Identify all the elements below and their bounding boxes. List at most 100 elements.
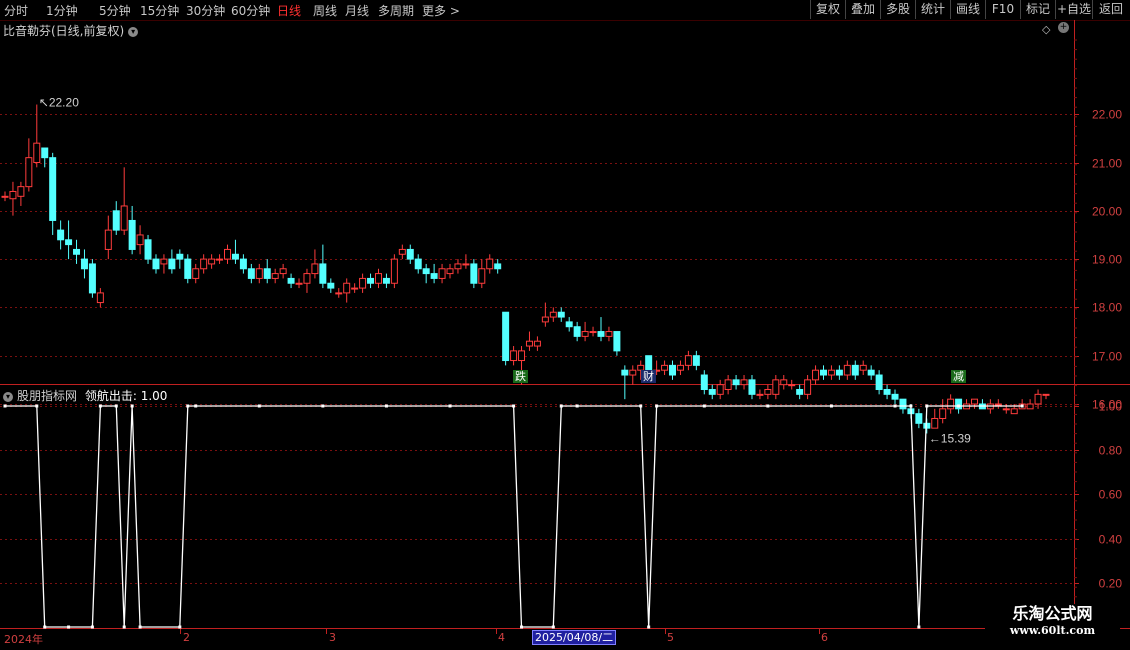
candle-body xyxy=(533,340,541,347)
stats-button[interactable]: 统计 xyxy=(915,0,950,19)
candle-body xyxy=(96,292,104,304)
candle-body xyxy=(669,364,677,376)
cursor-date-label: 2025/04/08/二 xyxy=(532,630,617,645)
period-tab-daily[interactable]: 日线 xyxy=(277,2,301,19)
period-tab-more[interactable]: 更多 > xyxy=(422,2,460,19)
more-label: 更多 xyxy=(422,4,447,18)
candle-body xyxy=(462,263,470,266)
candle-body xyxy=(796,389,804,395)
candle-body xyxy=(80,258,88,270)
indicator-tick-label: 0.80 xyxy=(1099,444,1123,458)
candle-body xyxy=(835,369,843,376)
indicator-point xyxy=(829,404,833,408)
price-tick-label: 18.00 xyxy=(1092,301,1122,315)
period-tab-fenshi[interactable]: 分时 xyxy=(4,2,28,19)
indicator-point xyxy=(925,404,929,408)
indicator-point xyxy=(893,404,897,408)
indicator-point xyxy=(130,404,134,408)
period-tab-30min[interactable]: 30分钟 xyxy=(186,2,225,19)
candle-body xyxy=(581,331,589,337)
mark-button[interactable]: 标记 xyxy=(1020,0,1055,19)
candle-body xyxy=(255,268,263,279)
period-tab-15min[interactable]: 15分钟 xyxy=(140,2,179,19)
draw-line-button[interactable]: 画线 xyxy=(950,0,985,19)
period-tab-monthly[interactable]: 月线 xyxy=(345,2,369,19)
candle-body xyxy=(136,234,144,246)
chart-canvas[interactable]: 22.0021.0020.0019.0018.0017.0016.001.000… xyxy=(0,20,1130,650)
indicator-point xyxy=(257,404,261,408)
indicator-point xyxy=(647,625,651,629)
multi-stock-button[interactable]: 多股 xyxy=(880,0,915,19)
period-tab-1min[interactable]: 1分钟 xyxy=(46,2,78,19)
candle-body xyxy=(231,253,239,260)
event-badge-reduce[interactable]: 减 xyxy=(951,370,966,383)
candle-body xyxy=(756,393,764,396)
back-button[interactable]: 返回 xyxy=(1092,0,1129,19)
candle-body xyxy=(319,263,327,284)
candle-body xyxy=(899,398,907,410)
event-badge-finance[interactable]: 财 xyxy=(641,370,656,383)
indicator-point xyxy=(321,404,325,408)
candle-body xyxy=(57,229,65,241)
high-price-label: ↖22.20 xyxy=(39,96,79,110)
candle-body xyxy=(732,379,740,386)
overlay-button[interactable]: 叠加 xyxy=(845,0,880,19)
event-badge-drop[interactable]: 跌 xyxy=(513,370,528,383)
candle-body xyxy=(772,379,780,395)
indicator-point xyxy=(122,625,126,629)
candle-body xyxy=(605,331,613,337)
candle-body xyxy=(176,253,184,260)
candle-body xyxy=(374,273,382,284)
date-label-2024: 2024年 xyxy=(4,633,43,646)
candle-body xyxy=(684,355,692,366)
candle-body xyxy=(812,369,820,381)
indicator-point xyxy=(186,404,190,408)
candle-body xyxy=(970,398,978,405)
candle-body xyxy=(494,263,502,270)
add-watchlist-button[interactable]: +自选 xyxy=(1055,0,1092,19)
candle-body xyxy=(9,190,17,200)
candle-body xyxy=(748,379,756,395)
candle-body xyxy=(446,268,454,275)
candle-body xyxy=(49,157,57,221)
period-tab-5min[interactable]: 5分钟 xyxy=(99,2,131,19)
candle-body xyxy=(367,277,375,284)
candle-body xyxy=(454,263,462,270)
candle-body xyxy=(724,379,732,391)
fuquan-button[interactable]: 复权 xyxy=(810,0,845,19)
indicator-line xyxy=(5,405,1023,628)
indicator-point xyxy=(520,625,524,629)
candle-body xyxy=(502,311,510,362)
indicator-tick-label: 1.00 xyxy=(1099,400,1123,414)
indicator-point xyxy=(448,404,452,408)
candle-body xyxy=(764,389,772,395)
price-tick-label: 22.00 xyxy=(1092,108,1122,122)
candle-body xyxy=(645,355,653,371)
period-tab-weekly[interactable]: 周线 xyxy=(313,2,337,19)
indicator-tick-label: 0.40 xyxy=(1099,533,1123,547)
candle-body xyxy=(224,248,232,260)
candle-body xyxy=(780,379,788,386)
indicator-point xyxy=(35,404,39,408)
period-tab-60min[interactable]: 60分钟 xyxy=(231,2,270,19)
candle-body xyxy=(208,258,216,265)
indicator-point xyxy=(917,625,921,629)
candle-body xyxy=(827,369,835,376)
candle-body xyxy=(144,239,152,260)
indicator-point xyxy=(512,404,516,408)
candle-body xyxy=(112,210,120,231)
candle-body xyxy=(398,248,406,255)
candle-body xyxy=(597,331,605,337)
period-tab-multi[interactable]: 多周期 xyxy=(378,2,414,19)
watermark-title: 乐淘公式网 xyxy=(1012,604,1093,623)
candle-body xyxy=(184,258,192,279)
candle-body xyxy=(128,219,136,250)
f10-button[interactable]: F10 xyxy=(985,0,1020,19)
candle-body xyxy=(716,384,724,395)
candle-body xyxy=(422,268,430,275)
candle-body xyxy=(25,157,33,188)
indicator-point xyxy=(1020,404,1024,408)
candle-body xyxy=(1042,393,1050,396)
candle-body xyxy=(192,268,200,279)
candle-body xyxy=(1026,403,1034,410)
